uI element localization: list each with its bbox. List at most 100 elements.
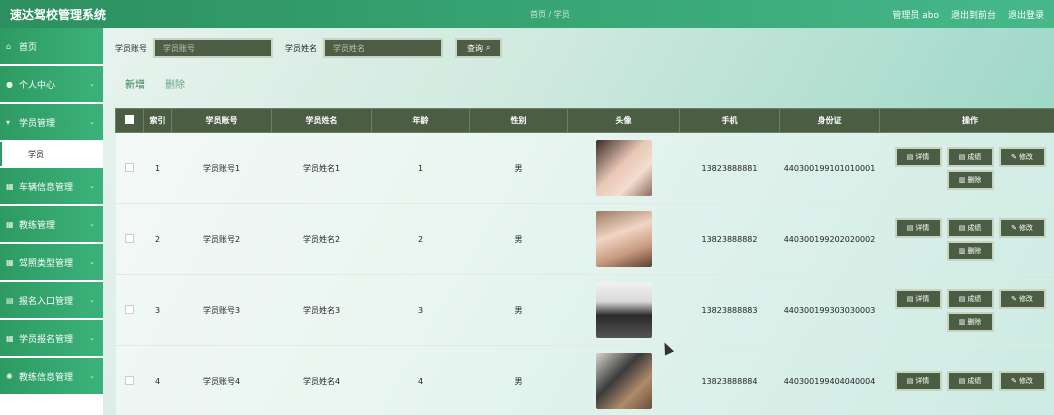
breadcrumb: 首页 / 学员 — [530, 9, 570, 19]
score-button[interactable]: ▤ 成绩 — [946, 146, 994, 167]
doc-icon: ▤ — [958, 152, 966, 161]
cell-operations: ▤ 详情 ▤ 成绩 ✎ 修改 ▥ 删除 — [879, 274, 1054, 346]
trash-icon: ▥ — [958, 175, 966, 184]
score-button[interactable]: ▤ 成绩 — [946, 371, 994, 391]
edit-label: 修改 — [1018, 294, 1033, 303]
detail-label: 详情 — [915, 152, 930, 161]
chevron-down-icon: ⌄ — [89, 118, 95, 126]
edit-button[interactable]: ✎ 修改 — [998, 217, 1046, 238]
sidebar-item-label: 驾照类型管理 — [19, 258, 74, 269]
row-checkbox[interactable] — [125, 162, 134, 172]
column-header: 身份证 — [779, 108, 880, 133]
cell-gender: 男 — [469, 345, 568, 415]
detail-button[interactable]: ▤ 详情 — [894, 288, 942, 309]
delete-label: 删除 — [967, 246, 982, 255]
row-checkbox[interactable] — [125, 304, 134, 314]
gear-icon: ✺ — [6, 371, 13, 381]
cell-name: 学员姓名4 — [271, 345, 372, 415]
pencil-icon: ✎ — [1011, 294, 1017, 303]
cell-index: 4 — [143, 345, 172, 415]
table-row: 4 学员账号4 学员姓名4 4 男 13823888884 4403001994… — [115, 345, 1054, 415]
detail-button[interactable]: ▤ 详情 — [894, 217, 942, 238]
doc-icon: ▤ — [958, 377, 966, 385]
detail-button[interactable]: ▤ 详情 — [894, 146, 942, 167]
student-table: 索引 学员账号 学员姓名 年龄 性别 头像 手机 身份证 操作 1 学员账号1 … — [115, 108, 1054, 415]
cell-id-card: 440300199303030003 — [779, 274, 880, 346]
delete-row-button[interactable]: ▥ 删除 — [946, 240, 994, 261]
logout-link[interactable]: 退出登录 — [1008, 8, 1044, 21]
cell-phone: 13823888884 — [679, 345, 780, 415]
cell-avatar — [567, 203, 680, 275]
cell-avatar — [567, 345, 680, 415]
delete-button[interactable]: 删除 — [165, 76, 185, 91]
table-header-row: 索引 学员账号 学员姓名 年龄 性别 头像 手机 身份证 操作 — [115, 108, 1054, 133]
cell-index: 1 — [143, 132, 172, 204]
detail-button[interactable]: ▤ 详情 — [894, 371, 942, 391]
home-icon: ⌂ — [6, 41, 12, 51]
row-select-cell[interactable] — [115, 274, 144, 346]
column-header: 学员账号 — [171, 108, 272, 133]
row-checkbox[interactable] — [125, 233, 134, 243]
name-search-input[interactable] — [323, 38, 443, 58]
table-row: 2 学员账号2 学员姓名2 2 男 13823888882 4403001992… — [115, 203, 1054, 275]
cell-index: 3 — [143, 274, 172, 346]
score-button[interactable]: ▤ 成绩 — [946, 217, 994, 238]
sidebar-item-coach-management[interactable]: ▦ 教练管理 ⌄ — [0, 206, 103, 242]
delete-row-button[interactable]: ▥ 删除 — [946, 169, 994, 190]
sidebar-item-label: 教练管理 — [19, 220, 56, 231]
sidebar-item-student-management[interactable]: ▾ 学员管理 ⌄ — [0, 104, 103, 140]
account-search-input[interactable] — [153, 38, 273, 58]
app-title: 速达驾校管理系统 — [10, 7, 107, 22]
cell-phone: 13823888881 — [679, 132, 780, 204]
select-all-header[interactable] — [115, 108, 144, 133]
account-label: 学员账号 — [115, 43, 147, 53]
delete-row-button[interactable]: ▥ 删除 — [946, 311, 994, 332]
score-label: 成绩 — [967, 152, 982, 161]
avatar — [595, 353, 652, 409]
edit-button[interactable]: ✎ 修改 — [998, 288, 1046, 309]
doc-icon: ▤ — [958, 223, 966, 232]
edit-button[interactable]: ✎ 修改 — [998, 146, 1046, 167]
sidebar-item-license-type-management[interactable]: ▦ 驾照类型管理 ⌄ — [0, 244, 103, 280]
cell-id-card: 440300199202020002 — [779, 203, 880, 275]
chevron-down-icon: ⌄ — [89, 182, 95, 190]
cell-account: 学员账号2 — [171, 203, 272, 275]
cell-operations: ▤ 详情 ▤ 成绩 ✎ 修改 ▥ 删除 — [879, 132, 1054, 204]
grid-icon: ▦ — [6, 219, 14, 229]
cell-avatar — [567, 132, 680, 204]
row-select-cell[interactable] — [115, 203, 144, 275]
cell-id-card: 440300199404040004 — [779, 345, 880, 415]
sidebar-item-home[interactable]: ⌂ 首页 — [0, 28, 103, 64]
add-button[interactable]: 新增 — [125, 76, 145, 91]
row-select-cell[interactable] — [115, 132, 144, 204]
cell-phone: 13823888882 — [679, 203, 780, 275]
score-button[interactable]: ▤ 成绩 — [946, 288, 994, 309]
sidebar-item-vehicle-management[interactable]: ▦ 车辆信息管理 ⌄ — [0, 168, 103, 204]
sidebar-item-enrollment-entry-management[interactable]: ▤ 报名入口管理 ⌄ — [0, 282, 103, 318]
row-select-cell[interactable] — [115, 345, 144, 415]
sidebar-item-student-enrollment-management[interactable]: ▦ 学员报名管理 ⌄ — [0, 320, 103, 356]
query-button[interactable]: 查询 ⌕ — [455, 38, 503, 58]
edit-button[interactable]: ✎ 修改 — [998, 371, 1046, 391]
column-header: 性别 — [469, 108, 568, 133]
cell-gender: 男 — [469, 203, 568, 275]
sidebar-item-personal-center[interactable]: ● 个人中心 ⌄ — [0, 66, 103, 102]
doc-icon: ▤ — [6, 295, 14, 305]
select-all-checkbox[interactable] — [125, 115, 134, 124]
main-content: 学员账号 学员姓名 查询 ⌕ 新增 删除 索引 学员账号 学员姓名 年龄 性别 … — [103, 28, 1054, 415]
column-header: 索引 — [143, 108, 172, 133]
sidebar-item-coach-info-management[interactable]: ✺ 教练信息管理 ⌄ — [0, 358, 103, 394]
doc-icon: ▤ — [906, 223, 914, 232]
detail-label: 详情 — [915, 294, 930, 303]
name-label: 学员姓名 — [285, 43, 317, 53]
action-bar: 新增 删除 — [125, 76, 185, 91]
sidebar-subitem-student[interactable]: 学员 — [0, 142, 103, 166]
exit-to-front-link[interactable]: 退出到前台 — [951, 8, 996, 21]
column-header: 头像 — [567, 108, 680, 133]
doc-icon: ▤ — [906, 377, 914, 385]
top-bar: 速达驾校管理系统 首页 / 学员 管理员 abo 退出到前台 退出登录 — [0, 0, 1054, 28]
edit-label: 修改 — [1018, 377, 1033, 385]
column-header: 年龄 — [371, 108, 470, 133]
cell-gender: 男 — [469, 274, 568, 346]
row-checkbox[interactable] — [125, 375, 134, 385]
